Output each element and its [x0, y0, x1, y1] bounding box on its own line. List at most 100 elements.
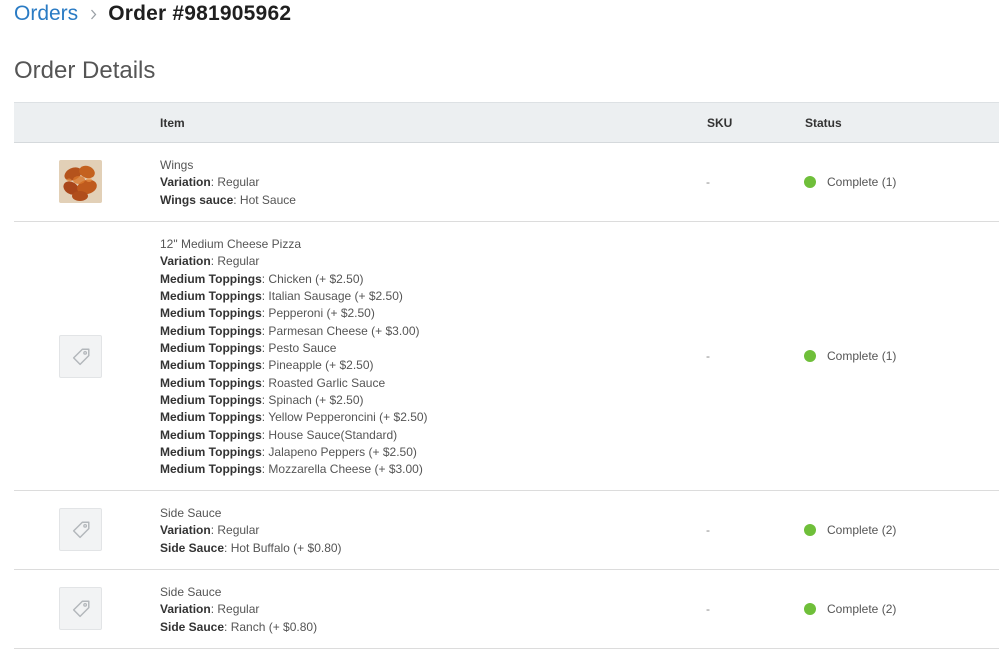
attribute-value: : Yellow Pepperoncini (+ $2.50)	[261, 410, 428, 425]
column-header-status: Status	[805, 116, 842, 130]
item-sku: -	[706, 349, 710, 363]
item-sku: -	[706, 523, 710, 537]
item-attribute: Variation: Regular	[160, 601, 317, 618]
status-dot-icon	[804, 524, 816, 536]
tag-icon	[59, 587, 102, 630]
attribute-label: Medium Toppings	[160, 462, 262, 477]
attribute-value: : Mozzarella Cheese (+ $3.00)	[261, 462, 423, 477]
column-header-sku: SKU	[707, 116, 733, 130]
attribute-value: : Italian Sausage (+ $2.50)	[261, 289, 403, 304]
table-header: Item SKU Status	[14, 102, 999, 143]
table-row: 12" Medium Cheese Pizza Variation: Regula…	[14, 222, 999, 491]
attribute-label: Medium Toppings	[160, 427, 262, 442]
status-text: Complete (1)	[827, 349, 897, 363]
attribute-label: Variation	[160, 602, 211, 617]
order-items-table: Item SKU Status Wings Variation: Regular W…	[14, 102, 999, 649]
attribute-label: Medium Toppings	[160, 375, 262, 390]
status-text: Complete (2)	[827, 602, 897, 616]
item-attribute: Variation: Regular	[160, 522, 342, 539]
item-attribute: Medium Toppings: Yellow Pepperoncini (+ …	[160, 409, 428, 426]
section-title: Order Details	[14, 57, 156, 84]
item-sku: -	[706, 175, 710, 189]
attribute-label: Medium Toppings	[160, 289, 262, 304]
status-dot-icon	[804, 350, 816, 362]
attribute-value: : Regular	[210, 175, 260, 190]
status-dot-icon	[804, 176, 816, 188]
attribute-value: : Jalapeno Peppers (+ $2.50)	[261, 445, 417, 460]
item-attribute: Medium Toppings: Pineapple (+ $2.50)	[160, 357, 428, 374]
status-badge: Complete (2)	[804, 523, 896, 537]
attribute-label: Side Sauce	[160, 619, 225, 634]
attribute-value: : Pineapple (+ $2.50)	[261, 358, 374, 373]
chevron-right-icon	[90, 9, 97, 20]
status-dot-icon	[804, 603, 816, 615]
item-attribute: Variation: Regular	[160, 174, 296, 191]
item-details: Side Sauce Variation: Regular Side Sauce: …	[160, 505, 342, 557]
attribute-label: Wings sauce	[160, 192, 234, 207]
attribute-label: Medium Toppings	[160, 323, 262, 338]
attribute-value: : Pepperoni (+ $2.50)	[261, 306, 375, 321]
item-attribute: Medium Toppings: Spinach (+ $2.50)	[160, 392, 428, 409]
item-attribute: Side Sauce: Hot Buffalo (+ $0.80)	[160, 540, 342, 557]
status-badge: Complete (2)	[804, 602, 896, 616]
item-attribute: Medium Toppings: Chicken (+ $2.50)	[160, 271, 428, 288]
attribute-label: Medium Toppings	[160, 271, 262, 286]
item-attribute: Medium Toppings: House Sauce(Standard)	[160, 427, 428, 444]
attribute-value: : House Sauce(Standard)	[261, 427, 398, 442]
attribute-value: : Chicken (+ $2.50)	[261, 271, 364, 286]
attribute-label: Medium Toppings	[160, 393, 262, 408]
attribute-value: : Roasted Garlic Sauce	[261, 375, 386, 390]
attribute-value: : Regular	[210, 602, 260, 617]
attribute-value: : Parmesan Cheese (+ $3.00)	[261, 323, 420, 338]
attribute-value: : Pesto Sauce	[261, 341, 337, 356]
attribute-value: : Hot Sauce	[233, 192, 296, 207]
table-row: Side Sauce Variation: Regular Side Sauce: …	[14, 491, 999, 570]
item-attribute: Medium Toppings: Roasted Garlic Sauce	[160, 375, 428, 392]
tag-icon	[59, 508, 102, 551]
item-name: Wings	[160, 158, 194, 172]
item-sku: -	[706, 602, 710, 616]
item-attribute: Medium Toppings: Parmesan Cheese (+ $3.0…	[160, 323, 428, 340]
attribute-label: Medium Toppings	[160, 358, 262, 373]
attribute-value: : Hot Buffalo (+ $0.80)	[224, 540, 342, 555]
item-attribute: Medium Toppings: Mozzarella Cheese (+ $3…	[160, 461, 428, 478]
table-row: Side Sauce Variation: Regular Side Sauce: …	[14, 570, 999, 649]
item-attribute: Medium Toppings: Pesto Sauce	[160, 340, 428, 357]
item-name: Side Sauce	[160, 585, 222, 599]
breadcrumb: Orders Order #981905962	[14, 0, 291, 28]
attribute-label: Side Sauce	[160, 540, 225, 555]
attribute-label: Medium Toppings	[160, 306, 262, 321]
attribute-value: : Regular	[210, 254, 260, 269]
table-row: Wings Variation: Regular Wings sauce: Hot …	[14, 143, 999, 222]
attribute-value: : Ranch (+ $0.80)	[224, 619, 318, 634]
item-details: Wings Variation: Regular Wings sauce: Hot …	[160, 157, 296, 209]
column-header-item: Item	[160, 116, 185, 130]
attribute-value: : Regular	[210, 523, 260, 538]
status-text: Complete (2)	[827, 523, 897, 537]
attribute-value: : Spinach (+ $2.50)	[261, 393, 364, 408]
attribute-label: Medium Toppings	[160, 341, 262, 356]
tag-icon	[59, 335, 102, 378]
status-badge: Complete (1)	[804, 175, 896, 189]
item-attribute: Medium Toppings: Jalapeno Peppers (+ $2.…	[160, 444, 428, 461]
status-badge: Complete (1)	[804, 349, 896, 363]
table-body: Wings Variation: Regular Wings sauce: Hot …	[14, 143, 999, 649]
breadcrumb-orders-link[interactable]: Orders	[14, 2, 78, 26]
attribute-label: Variation	[160, 254, 211, 269]
attribute-label: Variation	[160, 175, 211, 190]
page-title: Order #981905962	[108, 2, 292, 25]
item-attribute: Side Sauce: Ranch (+ $0.80)	[160, 619, 317, 636]
item-attribute: Variation: Regular	[160, 253, 428, 270]
item-attribute: Wings sauce: Hot Sauce	[160, 192, 296, 209]
item-details: Side Sauce Variation: Regular Side Sauce: …	[160, 584, 317, 636]
item-name: 12" Medium Cheese Pizza	[160, 237, 301, 251]
status-text: Complete (1)	[827, 175, 897, 189]
attribute-label: Medium Toppings	[160, 445, 262, 460]
item-details: 12" Medium Cheese Pizza Variation: Regula…	[160, 236, 428, 479]
attribute-label: Medium Toppings	[160, 410, 262, 425]
item-attribute: Medium Toppings: Italian Sausage (+ $2.5…	[160, 288, 428, 305]
product-thumbnail	[59, 160, 102, 203]
item-name: Side Sauce	[160, 506, 222, 520]
attribute-label: Variation	[160, 523, 211, 538]
item-attribute: Medium Toppings: Pepperoni (+ $2.50)	[160, 305, 428, 322]
